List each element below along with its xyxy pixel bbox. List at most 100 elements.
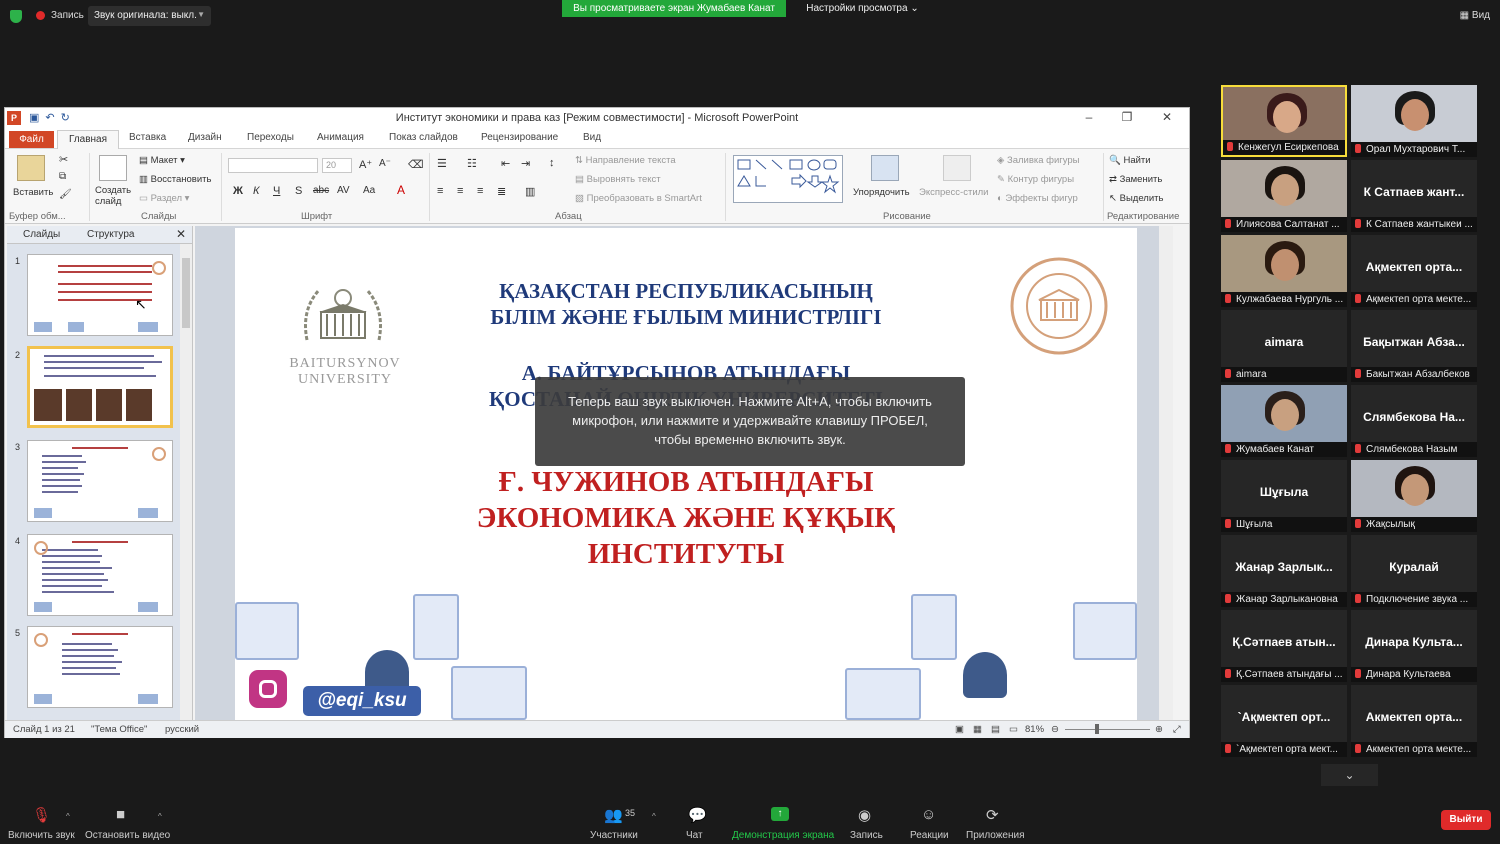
minimize-icon[interactable]: –	[1079, 110, 1099, 124]
share-screen-icon[interactable]: ↑	[771, 807, 789, 821]
slide-thumbnail-5[interactable]	[27, 626, 173, 708]
view-layout-button[interactable]: ▦ Вид	[1460, 10, 1490, 21]
gallery-next-page[interactable]: ⌄	[1321, 764, 1378, 786]
participant-tile[interactable]: `Ақмектеп орт... `Ақмектеп орта мект...	[1221, 685, 1347, 757]
participant-tile[interactable]: Жақсылық	[1351, 460, 1477, 532]
zoom-level[interactable]: 81%	[1025, 724, 1044, 735]
bold-icon[interactable]: Ж	[233, 185, 243, 197]
slide-thumbnail-3[interactable]	[27, 440, 173, 522]
security-shield-icon[interactable]	[10, 10, 22, 23]
justify-icon[interactable]: ≣	[497, 185, 506, 198]
reactions-button[interactable]: Реакции	[910, 830, 949, 841]
select-button[interactable]: ↖ Выделить	[1109, 193, 1163, 204]
smartart-button[interactable]: ▧ Преобразовать в SmartArt	[575, 193, 702, 204]
leave-meeting-button[interactable]: Выйти	[1441, 810, 1491, 830]
tab-animations[interactable]: Анимация	[317, 132, 364, 143]
slideshow-icon[interactable]: ▭	[1009, 724, 1018, 735]
format-painter-icon[interactable]: 🖌	[59, 189, 72, 200]
underline-icon[interactable]: Ч	[273, 185, 280, 197]
char-spacing-icon[interactable]: AV	[337, 185, 350, 196]
tab-home[interactable]: Главная	[57, 130, 119, 150]
reset-button[interactable]: ▥ Восстановить	[139, 174, 211, 185]
chevron-up-icon[interactable]: ^	[158, 812, 162, 821]
video-camera-icon[interactable]: ■	[116, 806, 125, 823]
normal-view-icon[interactable]: ▣	[955, 724, 964, 735]
tab-design[interactable]: Дизайн	[188, 132, 222, 143]
slide-thumbnail-1[interactable]	[27, 254, 173, 336]
participant-tile[interactable]: Ақмектеп орта... Ақмектеп орта мекте...	[1351, 235, 1477, 307]
grow-font-icon[interactable]: A⁺	[359, 158, 372, 171]
unmute-button[interactable]: Включить звук	[8, 830, 75, 841]
slide-scrollbar[interactable]	[1159, 226, 1173, 720]
language-indicator[interactable]: русский	[165, 724, 199, 735]
participant-tile[interactable]: Илиясова Салтанат ...	[1221, 160, 1347, 232]
share-screen-button[interactable]: Демонстрация экрана	[732, 830, 834, 841]
tab-slideshow[interactable]: Показ слайдов	[389, 132, 458, 143]
quick-styles-button[interactable]: Экспресс-стили	[919, 187, 988, 198]
participant-tile[interactable]: Кулжабаева Нургуль ...	[1221, 235, 1347, 307]
tab-view[interactable]: Вид	[583, 132, 601, 143]
fit-slide-icon[interactable]: ⤢	[1173, 724, 1181, 735]
participant-tile[interactable]: aimara aimara	[1221, 310, 1347, 382]
slide-thumbnail-4[interactable]	[27, 534, 173, 616]
layout-button[interactable]: ▤ Макет ▾	[139, 155, 185, 166]
current-slide[interactable]: BAITURSYNOV UNIVERSITY ҚАЗАҚСТАН РЕСПУБЛ…	[235, 228, 1137, 720]
align-text-button[interactable]: ▤ Выровнять текст	[575, 174, 661, 185]
align-right-icon[interactable]: ≡	[477, 185, 483, 197]
columns-icon[interactable]: ▥	[525, 185, 535, 198]
apps-button[interactable]: Приложения	[966, 830, 1025, 841]
font-name-input[interactable]	[228, 158, 318, 173]
record-icon[interactable]: ◉	[858, 806, 871, 824]
tab-insert[interactable]: Вставка	[129, 132, 166, 143]
zoom-in-icon[interactable]: ⊕	[1155, 724, 1163, 735]
participant-tile[interactable]: Слямбекова На... Слямбекова Назым	[1351, 385, 1477, 457]
slide-thumbnail-2[interactable]	[27, 346, 173, 428]
align-left-icon[interactable]: ≡	[437, 185, 443, 197]
chevron-up-icon[interactable]: ^	[652, 812, 656, 821]
decrease-indent-icon[interactable]: ⇤	[501, 157, 510, 170]
text-direction-button[interactable]: ⇅ Направление текста	[575, 155, 676, 166]
increase-indent-icon[interactable]: ⇥	[521, 157, 530, 170]
change-case-icon[interactable]: Aa	[363, 185, 375, 196]
chat-icon[interactable]: 💬	[688, 806, 707, 824]
tab-outline[interactable]: Структура	[87, 229, 134, 240]
participant-tile[interactable]: Қ.Сәтпаев атын... Қ.Сәтпаев атындағы ...	[1221, 610, 1347, 682]
stop-video-button[interactable]: Остановить видео	[85, 830, 170, 841]
align-center-icon[interactable]: ≡	[457, 185, 463, 197]
tab-review[interactable]: Рецензирование	[481, 132, 558, 143]
find-button[interactable]: 🔍 Найти	[1109, 155, 1151, 166]
chat-button[interactable]: Чат	[686, 830, 703, 841]
replace-button[interactable]: ⇄ Заменить	[1109, 174, 1162, 185]
shapes-gallery[interactable]	[733, 155, 843, 203]
view-options-button[interactable]: Настройки просмотра ⌄	[800, 0, 925, 17]
zoom-out-icon[interactable]: ⊖	[1051, 724, 1059, 735]
tab-file[interactable]: Файл	[9, 131, 54, 148]
slide-sorter-icon[interactable]: ▦	[973, 724, 982, 735]
participant-tile[interactable]: Кенжегул Есиркепова	[1221, 85, 1347, 157]
paste-button[interactable]: Вставить	[13, 187, 53, 198]
copy-icon[interactable]: ⧉	[59, 171, 66, 182]
paste-icon[interactable]	[17, 155, 45, 181]
participant-tile[interactable]: Акмектеп орта... Акмектеп орта мекте...	[1351, 685, 1477, 757]
new-slide-icon[interactable]	[99, 155, 127, 181]
original-sound-toggle[interactable]: Звук оригинала: выкл. ▼	[88, 6, 211, 26]
reading-view-icon[interactable]: ▤	[991, 724, 1000, 735]
zoom-slider-handle[interactable]	[1095, 724, 1099, 734]
quick-styles-icon[interactable]	[943, 155, 971, 181]
participants-icon[interactable]: 👥	[604, 806, 623, 824]
shadow-icon[interactable]: S	[295, 185, 302, 197]
new-slide-button[interactable]: Создать слайд	[95, 185, 135, 207]
apps-icon[interactable]: ⟳	[986, 806, 999, 824]
participant-tile[interactable]: К Сатпаев жант... К Сатпаев жантыкеи ...	[1351, 160, 1477, 232]
bullets-icon[interactable]: ☰	[437, 157, 447, 170]
shrink-font-icon[interactable]: A⁻	[379, 158, 391, 169]
participants-button[interactable]: Участники	[590, 830, 638, 841]
italic-icon[interactable]: К	[253, 185, 259, 197]
tab-transitions[interactable]: Переходы	[247, 132, 294, 143]
tab-slides[interactable]: Слайды	[23, 229, 60, 240]
font-size-input[interactable]: 20	[322, 158, 352, 173]
participant-tile[interactable]: Шұғыла Шұғыла	[1221, 460, 1347, 532]
thumbnail-scrollbar[interactable]	[180, 244, 192, 720]
clear-formatting-icon[interactable]: ⌫	[408, 158, 424, 171]
section-button[interactable]: ▭ Раздел ▾	[139, 193, 189, 204]
